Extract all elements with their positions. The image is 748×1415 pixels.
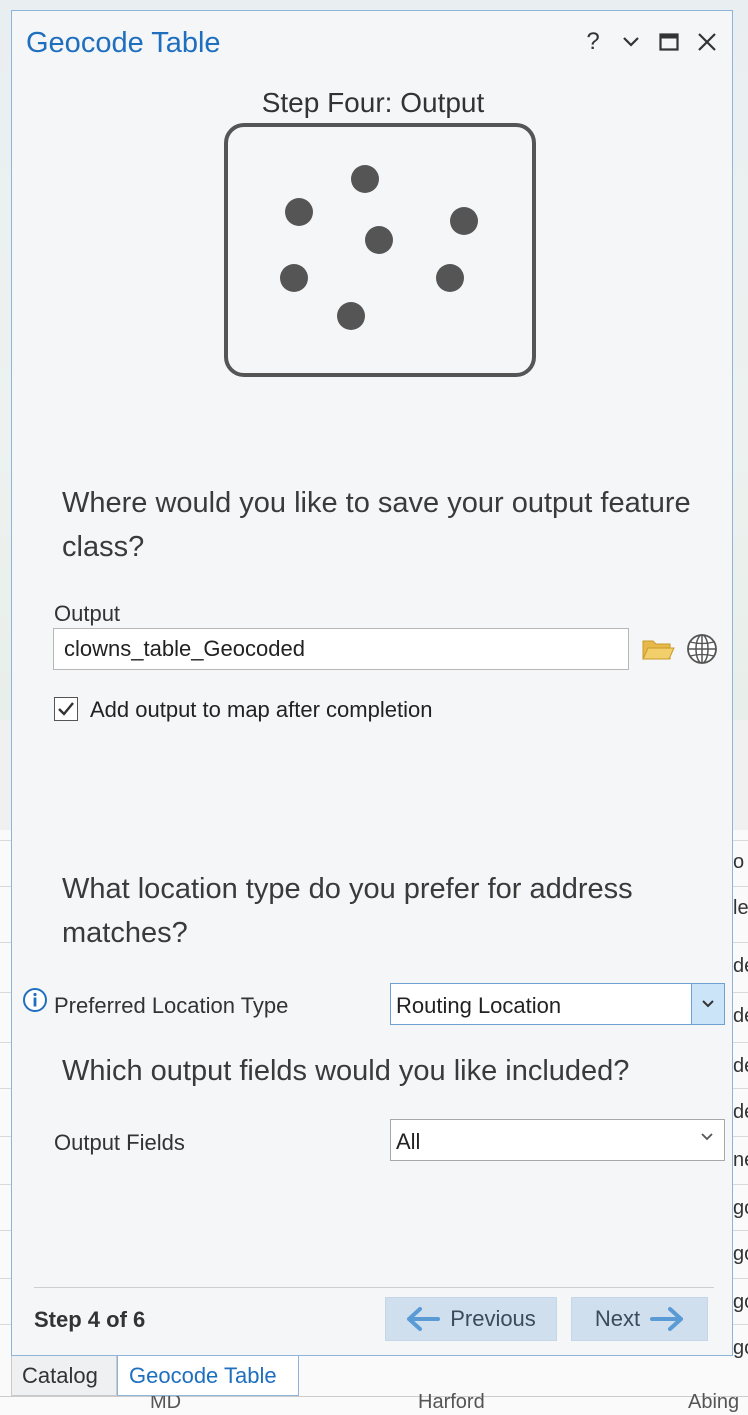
location-type-dropdown[interactable]: Routing Location bbox=[390, 983, 725, 1025]
previous-label: Previous bbox=[450, 1306, 536, 1331]
fields-question: Which output fields would you like inclu… bbox=[62, 1055, 630, 1087]
folder-icon bbox=[642, 640, 675, 660]
table-cell: de bbox=[733, 1055, 748, 1077]
table-bottom-row: MD Harford Abing bbox=[0, 1391, 748, 1415]
globe-icon bbox=[687, 634, 717, 664]
tab-label: Geocode Table bbox=[129, 1362, 277, 1388]
maximize-icon bbox=[659, 33, 679, 51]
pane-title: Geocode Table bbox=[26, 27, 221, 59]
close-button[interactable] bbox=[694, 29, 720, 55]
step-heading: Step Four: Output bbox=[261, 87, 485, 118]
location-type-label: Preferred Location Type bbox=[54, 993, 289, 1018]
tab-catalog[interactable]: Catalog bbox=[11, 1356, 117, 1396]
portal-browse-button[interactable] bbox=[684, 631, 720, 667]
pane-window-controls: ? bbox=[580, 28, 720, 55]
table-cell: ne bbox=[733, 1149, 748, 1171]
output-field[interactable] bbox=[53, 628, 629, 670]
dropdown-button[interactable] bbox=[691, 984, 724, 1024]
step-count: Step 4 of 6 bbox=[34, 1307, 146, 1332]
previous-button[interactable]: Previous bbox=[385, 1297, 557, 1341]
add-to-map-checkbox[interactable] bbox=[54, 697, 78, 721]
help-button[interactable]: ? bbox=[580, 28, 606, 55]
options-button[interactable] bbox=[618, 29, 644, 55]
checkmark-icon bbox=[58, 702, 74, 716]
geocode-table-pane: Geocode Table ? Step Four: Output Where … bbox=[11, 10, 733, 1356]
footer-divider bbox=[34, 1287, 714, 1288]
location-type-value: Routing Location bbox=[396, 993, 562, 1018]
tab-geocode-table[interactable]: Geocode Table bbox=[117, 1356, 299, 1396]
table-cell: go bbox=[733, 1243, 748, 1265]
table-cell: go bbox=[733, 1337, 748, 1359]
help-icon: ? bbox=[586, 28, 600, 55]
table-cell: de bbox=[733, 1005, 748, 1027]
chevron-down-icon bbox=[701, 1133, 713, 1141]
output-label: Output bbox=[54, 601, 121, 626]
table-cell: o bbox=[733, 851, 745, 873]
chevron-down-icon bbox=[702, 1000, 714, 1008]
output-fields-dropdown[interactable]: All bbox=[390, 1119, 725, 1161]
table-cell: le bbox=[733, 897, 748, 919]
maximize-button[interactable] bbox=[656, 29, 682, 55]
output-question: Where would you like to save your output… bbox=[62, 487, 691, 563]
info-icon[interactable] bbox=[22, 987, 48, 1013]
table-cell: de bbox=[733, 955, 748, 977]
next-button[interactable]: Next bbox=[571, 1297, 708, 1341]
location-question: What location type do you prefer for add… bbox=[62, 873, 633, 949]
browse-button[interactable] bbox=[640, 631, 676, 667]
tab-label: Catalog bbox=[22, 1362, 98, 1388]
table-cell: Abing bbox=[688, 1391, 740, 1413]
table-cell: Harford bbox=[418, 1391, 485, 1413]
output-fields-value: All bbox=[396, 1129, 421, 1154]
arrow-right-icon bbox=[650, 1307, 684, 1331]
next-label: Next bbox=[594, 1306, 641, 1331]
table-cell: go bbox=[733, 1197, 748, 1219]
output-fields-label: Output Fields bbox=[54, 1130, 185, 1155]
point-features-icon bbox=[224, 123, 536, 377]
table-cell: go bbox=[733, 1291, 748, 1313]
chevron-down-icon bbox=[623, 37, 639, 47]
add-to-map-label[interactable]: Add output to map after completion bbox=[90, 697, 432, 723]
table-cell: de bbox=[733, 1101, 748, 1123]
close-icon bbox=[698, 33, 716, 51]
arrow-left-icon bbox=[407, 1307, 441, 1331]
